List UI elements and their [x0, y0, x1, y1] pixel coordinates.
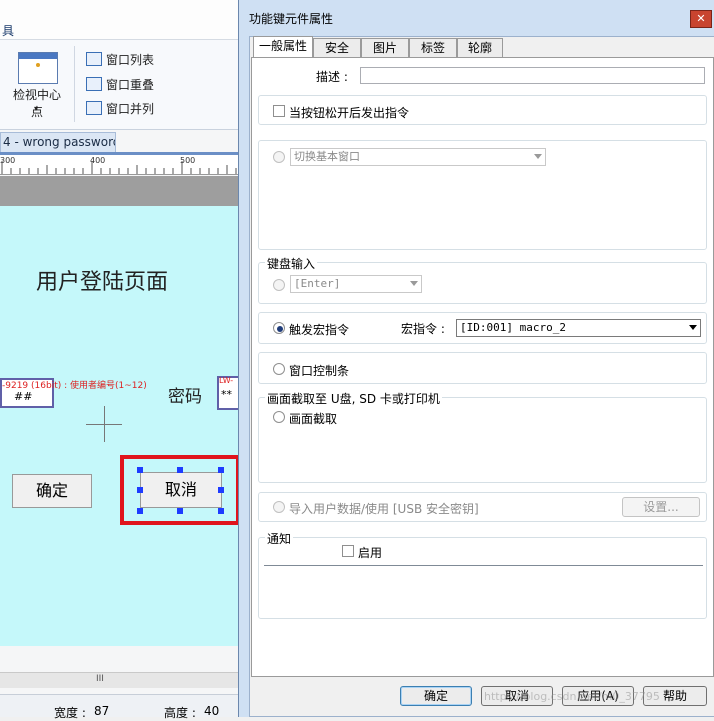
ruler-mark: 400: [90, 156, 106, 165]
width-label: 宽度 :: [54, 706, 86, 720]
enable-checkbox[interactable]: [342, 545, 354, 557]
macro-combo[interactable]: [ID:001] macro_2: [456, 319, 701, 337]
chevron-down-icon: [534, 154, 542, 159]
watermark-text: https://blog.csdn.net/m0_37795: [484, 690, 660, 703]
selection-handle[interactable]: [137, 487, 143, 493]
switch-window-radio[interactable]: [273, 151, 285, 163]
switch-window-combo-value: 切换基本窗口: [294, 150, 360, 163]
chevron-down-icon: [410, 281, 418, 286]
notify-group-label: 通知: [265, 530, 294, 547]
description-input[interactable]: [360, 67, 705, 84]
description-label: 描述 :: [316, 70, 348, 84]
password-label[interactable]: 密码: [168, 382, 202, 407]
status-bar: 宽度 : 87 高度 : 40: [0, 694, 240, 720]
tab-outline[interactable]: 轮廓: [457, 38, 503, 57]
crosshair-icon: [104, 406, 105, 442]
window-tile-icon: [86, 101, 102, 115]
selection-handle[interactable]: [137, 467, 143, 473]
dropdown-arrow-icon: ▾: [34, 104, 39, 113]
menu-item-fragment[interactable]: 具: [2, 22, 14, 39]
window-overlap-label: 窗口重叠: [106, 78, 155, 92]
notify-group: [258, 537, 707, 619]
capture-radio[interactable]: [273, 411, 285, 423]
window-list-button[interactable]: 窗口列表: [86, 50, 154, 70]
scroll-grip-icon: III: [96, 674, 104, 684]
menu-strip: 具: [0, 0, 240, 40]
window-bar-label: 窗口控制条: [289, 364, 350, 378]
window-list-label: 窗口列表: [106, 53, 155, 67]
window-overlap-button[interactable]: 窗口重叠: [86, 75, 154, 95]
keyboard-group-label: 键盘输入: [265, 255, 318, 272]
ruler-ticks: [1, 161, 237, 174]
password-caption: LW-: [219, 376, 234, 385]
page-title-text[interactable]: 用户登陆页面: [36, 264, 168, 296]
switch-window-combo[interactable]: 切换基本窗口: [290, 148, 546, 166]
dialog-title: 功能键元件属性: [249, 12, 334, 26]
canvas-margin: [0, 176, 240, 206]
horizontal-ruler: 300 400 500: [0, 155, 240, 175]
user-id-input-object[interactable]: -9219 (16bit) : 使用者编号(1~12) ##: [0, 378, 147, 408]
selection-handle[interactable]: [218, 508, 224, 514]
editor-window: 具 检视中心点 ▾ 窗口列表 窗口重叠 窗口并列 4 - wrong passw…: [0, 0, 241, 720]
selection-handle[interactable]: [177, 467, 183, 473]
capture-radio-label: 画面截取: [289, 412, 338, 426]
ribbon-separator: [74, 46, 75, 122]
selection-handle[interactable]: [218, 467, 224, 473]
chevron-down-icon: [689, 325, 697, 330]
selection-handle[interactable]: [137, 508, 143, 514]
keyboard-combo-value: [Enter]: [294, 277, 341, 290]
tab-general[interactable]: 一般属性: [253, 36, 313, 58]
tab-label[interactable]: 标签: [409, 38, 457, 57]
macro-radio-label: 触发宏指令: [289, 323, 350, 337]
user-id-value: ##: [14, 390, 33, 403]
keyboard-combo[interactable]: [Enter]: [290, 275, 422, 293]
macro-radio[interactable]: [273, 322, 285, 334]
selection-handle[interactable]: [177, 508, 183, 514]
view-center-icon: [18, 52, 58, 84]
import-radio-label: 导入用户数据/使用 [USB 安全密钥]: [289, 502, 479, 516]
release-checkbox-label: 当按钮松开后发出指令: [289, 106, 410, 120]
ruler-mark: 300: [0, 156, 16, 165]
enable-checkbox-label: 启用: [358, 546, 383, 560]
window-tile-label: 窗口并列: [106, 102, 155, 116]
tab-picture[interactable]: 图片: [361, 38, 409, 57]
macro-combo-value: [ID:001] macro_2: [460, 321, 566, 334]
macro-label: 宏指令 :: [401, 322, 445, 336]
height-value: 40: [204, 704, 220, 718]
tab-security[interactable]: 安全: [313, 38, 361, 57]
close-icon[interactable]: ✕: [690, 10, 712, 28]
window-tile-button[interactable]: 窗口并列: [86, 99, 154, 119]
ruler-mark: 500: [180, 156, 196, 165]
view-center-label: 检视中心点: [12, 88, 61, 119]
settings-button[interactable]: 设置...: [622, 497, 700, 517]
document-tab[interactable]: 4 - wrong password: [0, 132, 116, 152]
horizontal-scrollbar[interactable]: III: [0, 672, 240, 688]
import-radio[interactable]: [273, 501, 285, 513]
window-bar-radio[interactable]: [273, 363, 285, 375]
selection-handle[interactable]: [218, 487, 224, 493]
ok-button[interactable]: 确定: [400, 686, 472, 706]
password-value: **: [221, 388, 232, 401]
notify-divider: [264, 565, 703, 566]
window-list-icon: [86, 52, 102, 66]
width-value: 87: [94, 704, 110, 718]
view-center-button[interactable]: 检视中心点 ▾: [8, 48, 66, 119]
height-label: 高度 :: [164, 706, 196, 720]
capture-group-label: 画面截取至 U盘, SD 卡或打印机: [265, 390, 442, 407]
release-checkbox[interactable]: [273, 105, 285, 117]
canvas-ok-button[interactable]: 确定: [12, 474, 92, 508]
keyboard-radio[interactable]: [273, 279, 285, 291]
window-overlap-icon: [86, 77, 102, 91]
